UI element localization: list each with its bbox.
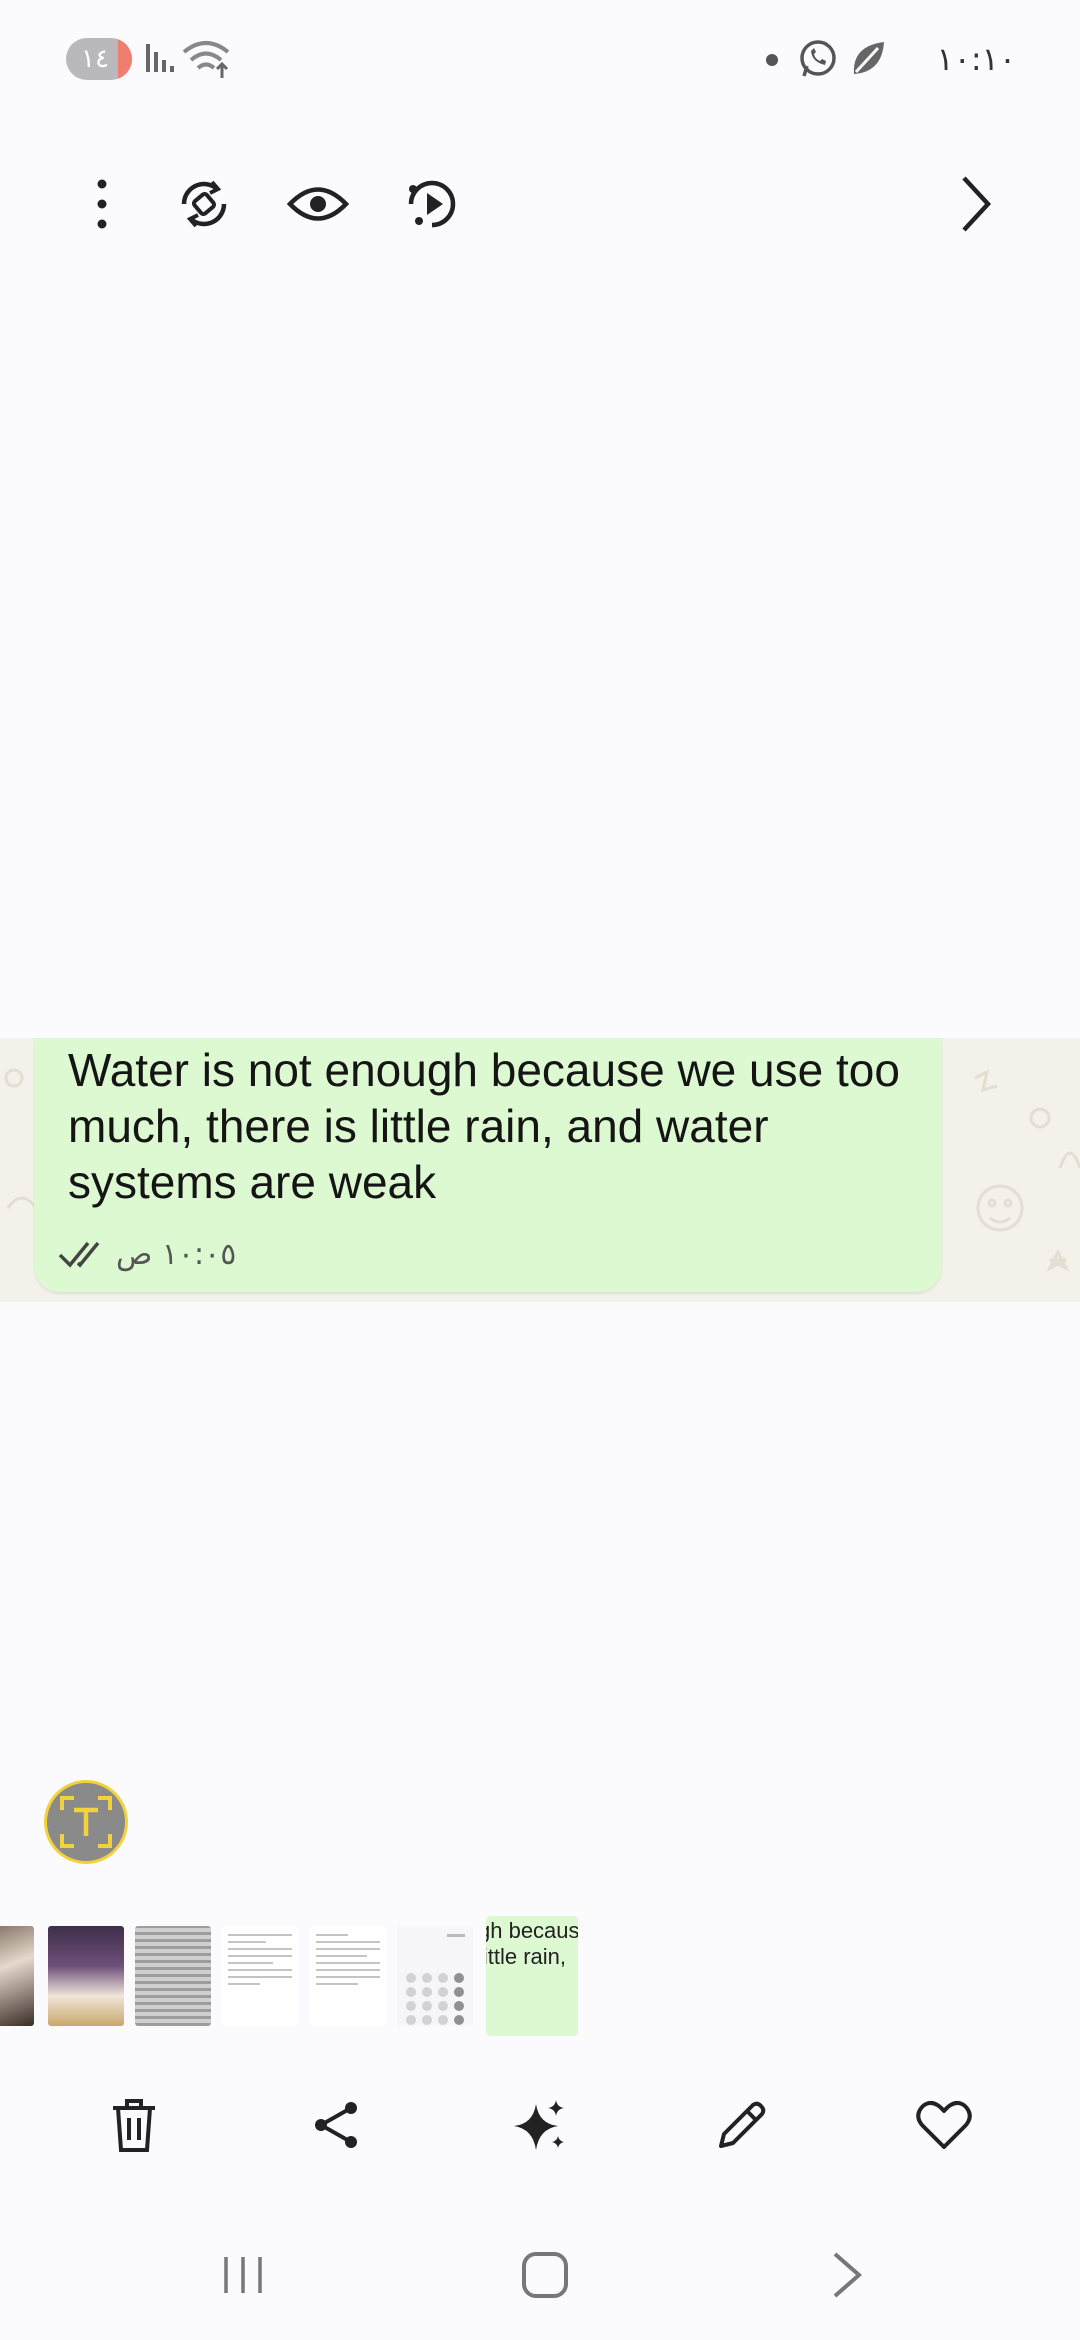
recent-apps-button[interactable] bbox=[198, 2240, 288, 2310]
image-content[interactable]: Water is not enough because we use too m… bbox=[0, 1038, 1080, 1302]
message-text: Water is not enough because we use too m… bbox=[68, 1044, 900, 1208]
back-chevron-icon bbox=[833, 2252, 863, 2298]
whatsapp-icon bbox=[800, 40, 836, 77]
status-clock: ١٠:١٠ bbox=[936, 40, 1016, 78]
text-recognition-button[interactable] bbox=[44, 1780, 128, 1864]
thumbnail-strip: gh becaus little rain, bbox=[0, 1916, 1080, 2036]
enhance-button[interactable] bbox=[500, 2090, 580, 2160]
battery-indicator: ١٤ bbox=[66, 38, 132, 80]
heart-icon bbox=[916, 2100, 972, 2149]
signal-icon bbox=[146, 44, 174, 72]
back-button[interactable] bbox=[802, 2240, 892, 2310]
replay-icon bbox=[408, 180, 456, 228]
eye-icon bbox=[286, 187, 350, 221]
pencil-icon bbox=[719, 2101, 766, 2148]
battery-text: ١٤ bbox=[81, 44, 109, 74]
rotate-icon bbox=[181, 180, 227, 228]
recents-icon bbox=[224, 2257, 262, 2293]
thumbnail[interactable] bbox=[135, 1926, 211, 2026]
notification-dot-icon bbox=[766, 54, 778, 66]
sparkle-icon bbox=[514, 2100, 564, 2150]
share-icon bbox=[315, 2102, 357, 2148]
double-check-icon bbox=[58, 1241, 100, 1268]
favorite-button[interactable] bbox=[904, 2090, 984, 2160]
rotate-button[interactable] bbox=[168, 168, 240, 240]
message-meta: ١٠:٠٥ ص bbox=[58, 1234, 236, 1274]
thumbnail[interactable] bbox=[0, 1926, 34, 2026]
wifi-icon bbox=[182, 41, 230, 78]
scan-text-icon bbox=[60, 1796, 112, 1848]
thumbnail[interactable] bbox=[48, 1926, 124, 2026]
motion-play-button[interactable] bbox=[396, 168, 468, 240]
chevron-right-icon bbox=[962, 176, 992, 232]
calculator-thumbnail-icon bbox=[406, 1934, 465, 2025]
edit-button[interactable] bbox=[702, 2090, 782, 2160]
share-button[interactable] bbox=[296, 2090, 376, 2160]
message-bubble: Water is not enough because we use too m… bbox=[34, 1038, 942, 1292]
thumbnail[interactable] bbox=[397, 1926, 473, 2026]
view-button[interactable] bbox=[282, 168, 354, 240]
thumbnail-preview-text: gh becaus little rain, bbox=[486, 1918, 578, 1969]
thumbnail[interactable] bbox=[222, 1926, 298, 2026]
thumbnail-selected[interactable]: gh becaus little rain, bbox=[486, 1916, 578, 2036]
status-bar: ١٤ ١٠:١٠ bbox=[0, 0, 1080, 120]
next-button[interactable] bbox=[940, 168, 1012, 240]
message-time: ١٠:٠٥ ص bbox=[116, 1236, 237, 1272]
home-button[interactable] bbox=[500, 2240, 590, 2310]
leaf-icon bbox=[853, 42, 884, 74]
thumbnail[interactable] bbox=[310, 1926, 386, 2026]
trash-icon bbox=[113, 2099, 155, 2152]
more-vertical-icon bbox=[97, 179, 107, 229]
delete-button[interactable] bbox=[94, 2090, 174, 2160]
more-options-button[interactable] bbox=[66, 168, 138, 240]
home-icon bbox=[522, 2252, 568, 2298]
